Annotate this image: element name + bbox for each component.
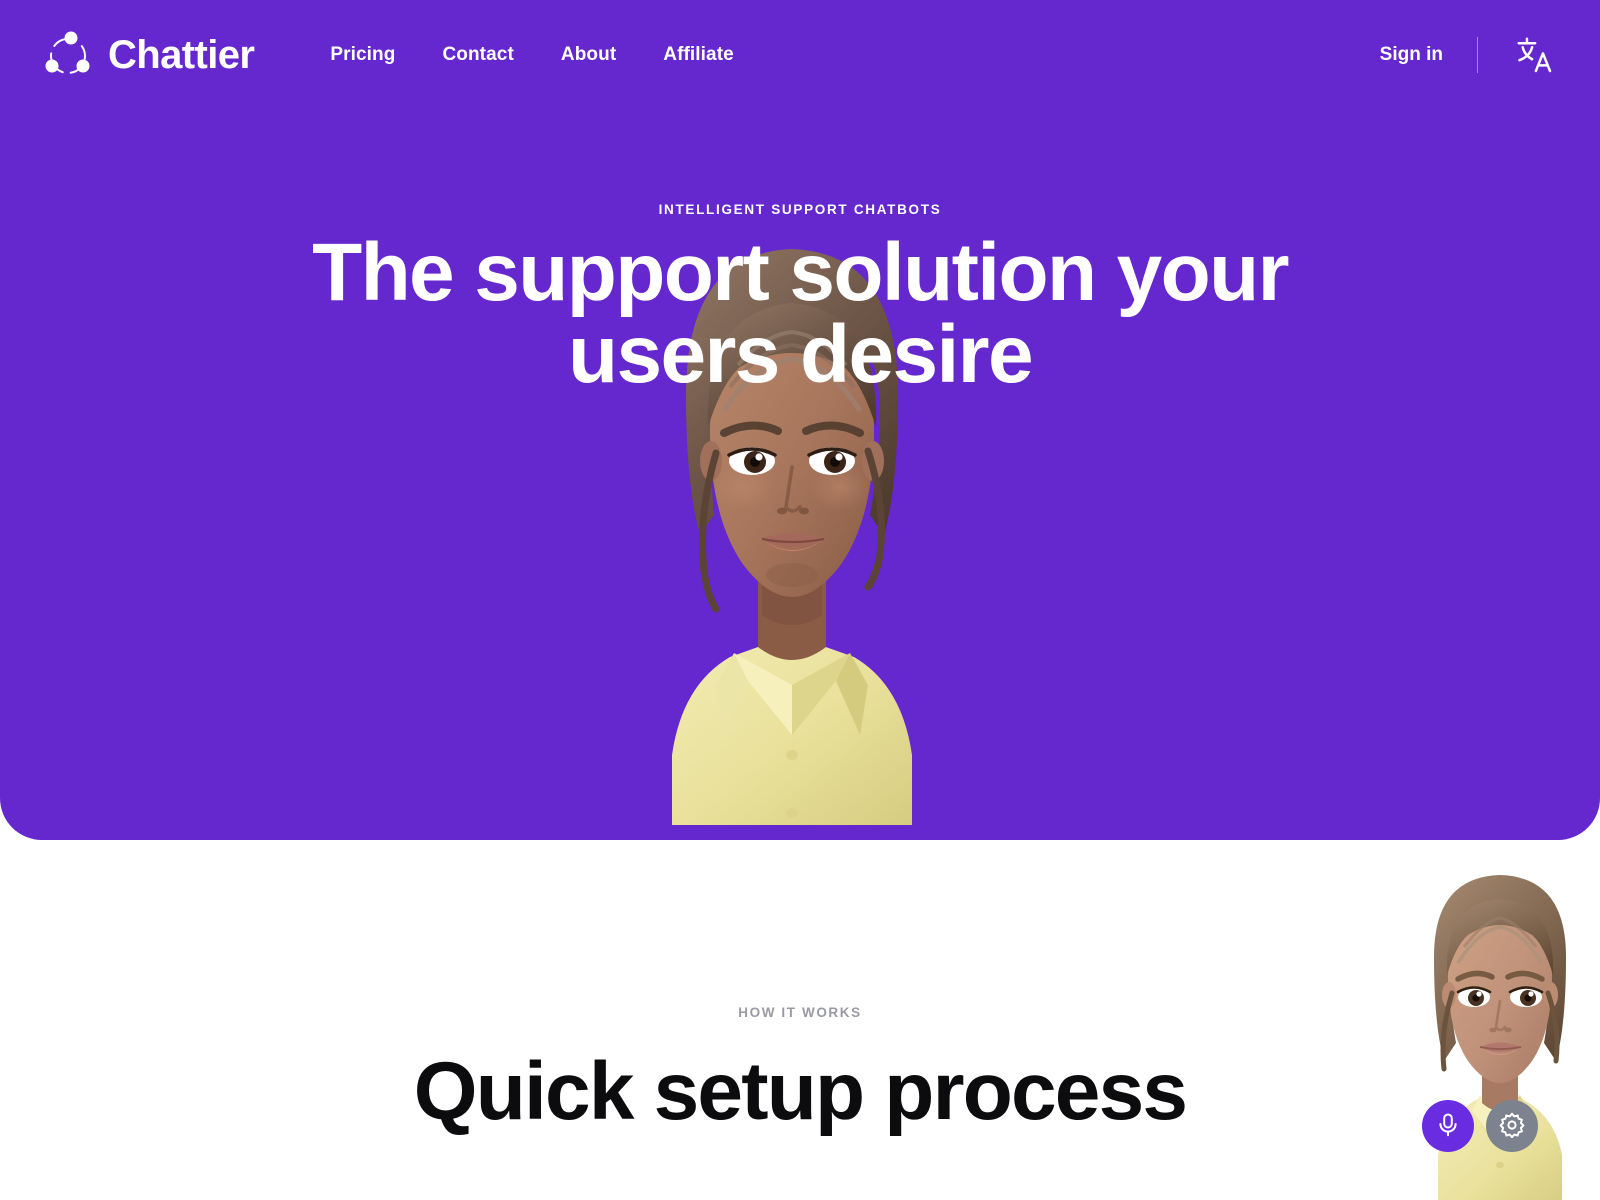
section-title: Quick setup process xyxy=(413,1046,1188,1137)
nav-links: Pricing Contact About Affiliate xyxy=(330,44,733,66)
nav-right-group: Sign in xyxy=(1380,35,1554,75)
widget-controls xyxy=(1422,1100,1538,1152)
microphone-icon xyxy=(1435,1112,1461,1141)
assistant-widget[interactable] xyxy=(1400,865,1600,1200)
brand-logo[interactable]: Chattier xyxy=(42,29,255,81)
top-navigation: Chattier Pricing Contact About Affiliate… xyxy=(0,0,1600,110)
nav-link-affiliate[interactable]: Affiliate xyxy=(663,44,734,66)
sign-in-link[interactable]: Sign in xyxy=(1380,44,1477,66)
nav-divider xyxy=(1477,37,1478,73)
hero-section: INTELLIGENT SUPPORT CHATBOTS The support… xyxy=(0,0,1600,840)
nav-link-contact[interactable]: Contact xyxy=(442,44,513,66)
gear-icon xyxy=(1499,1112,1525,1141)
network-nodes-icon xyxy=(42,29,94,81)
nav-link-pricing[interactable]: Pricing xyxy=(330,44,395,66)
section-eyebrow: HOW IT WORKS xyxy=(738,1005,862,1020)
hero-eyebrow: INTELLIGENT SUPPORT CHATBOTS xyxy=(658,202,942,217)
brand-name: Chattier xyxy=(108,33,255,77)
translate-icon[interactable] xyxy=(1514,35,1554,75)
microphone-button[interactable] xyxy=(1422,1100,1474,1152)
nav-link-about[interactable]: About xyxy=(561,44,616,66)
settings-button[interactable] xyxy=(1486,1100,1538,1152)
landing-page: INTELLIGENT SUPPORT CHATBOTS The support… xyxy=(0,0,1600,1200)
page-title: The support solution your users desire xyxy=(312,227,1289,400)
